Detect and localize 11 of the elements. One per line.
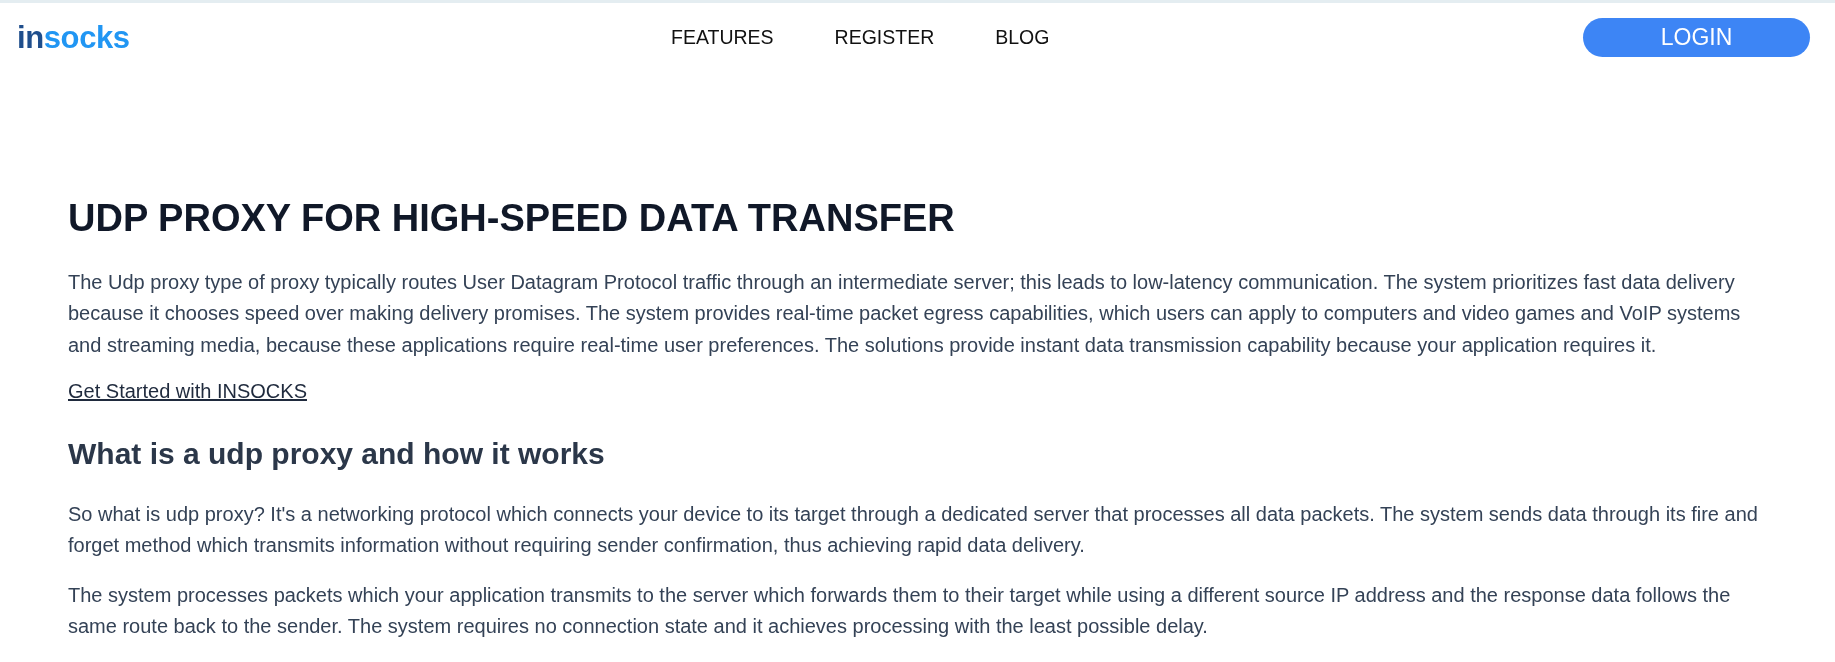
page-title: UDP PROXY FOR HIGH-SPEED DATA TRANSFER	[68, 196, 956, 241]
logo[interactable]: insocks	[17, 22, 130, 53]
body-paragraph: The system processes packets which your application transmits to the server which forwards them to their target while using a different source IP address and the response data follows the same route back to the sender. The system requires no connection state and it achieves processing with the least possible delay.	[68, 582, 1732, 640]
get-started-link[interactable]: Get Started with INSOCKS	[68, 380, 307, 403]
login-button[interactable]: LOGIN	[1583, 18, 1810, 57]
section-heading: What is a udp proxy and how it works	[68, 435, 606, 472]
nav-link[interactable]: BLOG	[995, 26, 1050, 49]
body-paragraph: So what is udp proxy? It's a networking protocol which connects your device to its target through a dedicated server that processes all data packets. The system sends data through its fire and forget method which transmits information without requiring sender confirmation, thus achieving rapid data delivery.	[68, 501, 1759, 559]
nav-link[interactable]: FEATURES	[671, 26, 774, 49]
nav-link[interactable]: REGISTER	[834, 26, 935, 49]
intro-paragraph: The Udp proxy type of proxy typically routes User Datagram Protocol traffic through an intermediate server; this leads to low-latency communication. The system prioritizes fast data delivery because it chooses speed over making delivery promises. The system provides real-time packet egress capabilities, which users can apply to computers and video games and VoIP systems and streaming media, because these applications require real-time user preferences. The solutions provide instant data transmission capability because your application requires it.	[68, 269, 1742, 358]
